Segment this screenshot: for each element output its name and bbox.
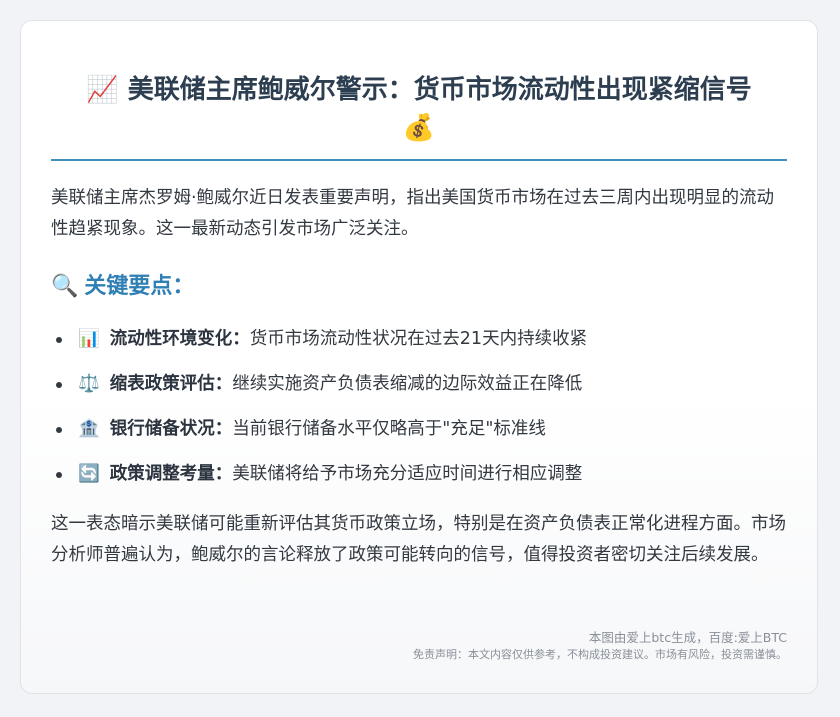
point-label: 缩表政策评估： [109,374,233,394]
bullet-icon [56,337,62,343]
bullet-icon [56,472,62,478]
article-card: 📈 美联储主席鲍威尔警示：货币市场流动性出现紧缩信号 💰 美联储主席杰罗姆·鲍威… [20,20,818,694]
chart-increasing-icon: 📈 [86,75,119,105]
point-label: 流动性环境变化： [109,329,250,349]
point-text: 美联储将给予市场充分适应时间进行相应调整 [232,464,583,484]
scales-icon: ⚖️ [78,374,100,394]
key-points-heading-text: 关键要点： [84,274,195,299]
list-item: 📊 流动性环境变化：货币市场流动性状况在过去21天内持续收紧 [51,317,787,362]
article-title: 📈 美联储主席鲍威尔警示：货币市场流动性出现紧缩信号 💰 [51,71,787,147]
list-item: ⚖️ 缩表政策评估：继续实施资产负债表缩减的边际效益正在降低 [51,362,787,407]
key-points-list: 📊 流动性环境变化：货币市场流动性状况在过去21天内持续收紧 ⚖️ 缩表政策评估：继… [51,317,787,497]
point-text: 货币市场流动性状况在过去21天内持续收紧 [249,329,588,349]
conclusion-paragraph: 这一表态暗示美联储可能重新评估其货币政策立场，特别是在资产负债表正常化进程方面。… [51,514,786,565]
bank-icon: 🏦 [78,419,100,439]
bullet-icon [56,382,62,388]
cycle-arrows-icon: 🔄 [78,464,100,484]
footer: 本图由爱上btc生成，百度:爱上BTC 免责声明：本文内容仅供参考，不构成投资建… [413,629,787,663]
point-text: 继续实施资产负债表缩减的边际效益正在降低 [232,374,583,394]
point-label: 银行储备状况： [109,419,233,439]
point-label: 政策调整考量： [109,464,233,484]
title-divider [51,159,787,161]
list-item: 🔄 政策调整考量：美联储将给予市场充分适应时间进行相应调整 [51,452,787,497]
point-text: 当前银行储备水平仅略高于"充足"标准线 [232,419,546,439]
key-points-heading: 🔍 关键要点： [51,271,787,303]
money-bag-icon: 💰 [402,113,436,143]
intro-paragraph: 美联储主席杰罗姆·鲍威尔近日发表重要声明，指出美国货币市场在过去三周内出现明显的… [51,188,775,239]
bar-chart-icon: 📊 [78,329,100,349]
footer-disclaimer: 免责声明：本文内容仅供参考，不构成投资建议。市场有风险，投资需谨慎。 [413,648,787,661]
article-title-text: 美联储主席鲍威尔警示：货币市场流动性出现紧缩信号 [127,75,752,105]
magnifier-icon: 🔍 [51,274,79,299]
bullet-icon [56,427,62,433]
list-item: 🏦 银行储备状况：当前银行储备水平仅略高于"充足"标准线 [51,407,787,452]
footer-credit: 本图由爱上btc生成，百度:爱上BTC [588,630,787,645]
